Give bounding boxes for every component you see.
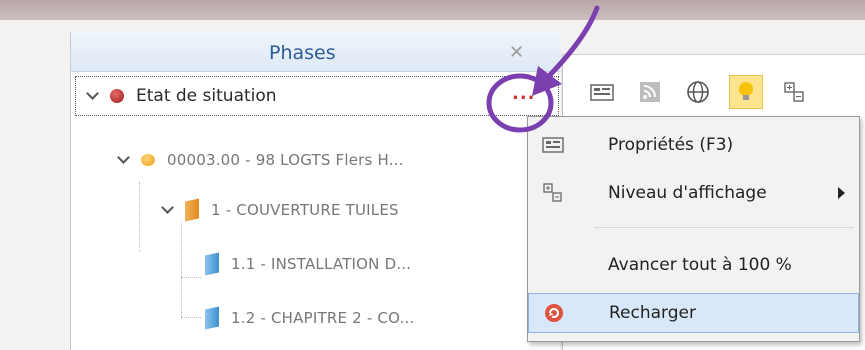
menu-item-label: Avancer tout à 100 % bbox=[608, 255, 792, 275]
tree-connector bbox=[181, 317, 201, 318]
properties-icon[interactable] bbox=[585, 75, 619, 109]
globe-icon[interactable] bbox=[681, 75, 715, 109]
tree-item-etat-de-situation[interactable]: Etat de situation ... bbox=[75, 76, 559, 116]
menu-separator bbox=[594, 227, 854, 228]
window-top-strip bbox=[0, 0, 865, 20]
tree-item-label: 00003.00 - 98 LOGTS Flers H... bbox=[167, 151, 404, 169]
menu-item-label: Recharger bbox=[609, 303, 696, 323]
yellow-circle-icon bbox=[141, 154, 155, 166]
phases-panel: Phases ✕ Etat de situation ... 00003.00 … bbox=[70, 32, 561, 350]
red-circle-icon bbox=[110, 89, 124, 103]
properties-icon bbox=[542, 134, 564, 156]
chevron-down-icon[interactable] bbox=[117, 153, 131, 167]
lightbulb-icon[interactable] bbox=[729, 75, 763, 109]
phases-title: Phases bbox=[269, 42, 336, 64]
tree-item-couverture-tuiles[interactable]: 1 - COUVERTURE TUILES bbox=[161, 190, 551, 230]
more-options-button[interactable]: ... bbox=[512, 83, 536, 104]
tree-item-label: 1.1 - INSTALLATION D... bbox=[231, 255, 412, 273]
display-level-icon bbox=[542, 182, 564, 204]
chevron-down-icon[interactable] bbox=[86, 89, 100, 103]
display-level-icon[interactable] bbox=[777, 75, 811, 109]
phases-header: Phases ✕ bbox=[71, 32, 561, 72]
reload-icon bbox=[543, 302, 565, 324]
tree-item-installation[interactable]: 1.1 - INSTALLATION D... bbox=[205, 244, 545, 284]
tree-item-chapitre-2[interactable]: 1.2 - CHAPITRE 2 - CO... bbox=[205, 298, 545, 338]
menu-item-niveau-affichage[interactable]: Niveau d'affichage bbox=[528, 173, 859, 213]
blue-folder-icon bbox=[205, 252, 219, 276]
tree-item-label: 1 - COUVERTURE TUILES bbox=[211, 201, 399, 219]
tree-item-project[interactable]: 00003.00 - 98 LOGTS Flers H... bbox=[117, 140, 557, 180]
tree-connector bbox=[139, 182, 140, 252]
menu-item-label: Niveau d'affichage bbox=[608, 183, 767, 203]
menu-item-recharger[interactable]: Recharger bbox=[528, 293, 859, 333]
menu-item-label: Propriétés (F3) bbox=[608, 135, 734, 155]
menu-item-avancer-tout[interactable]: Avancer tout à 100 % bbox=[528, 245, 859, 285]
tree-item-label: Etat de situation bbox=[136, 86, 277, 106]
submenu-arrow-icon bbox=[838, 187, 845, 199]
rss-icon[interactable] bbox=[633, 75, 667, 109]
close-icon[interactable]: ✕ bbox=[509, 42, 524, 63]
context-menu: Propriétés (F3) Niveau d'affichage Avanc… bbox=[527, 116, 860, 342]
tree-connector bbox=[181, 222, 182, 317]
tree-connector bbox=[181, 277, 201, 278]
chevron-down-icon[interactable] bbox=[161, 203, 175, 217]
blue-folder-icon bbox=[205, 306, 219, 330]
menu-item-proprietes[interactable]: Propriétés (F3) bbox=[528, 125, 859, 165]
tree-item-label: 1.2 - CHAPITRE 2 - CO... bbox=[231, 309, 415, 327]
orange-folder-icon bbox=[185, 198, 199, 222]
